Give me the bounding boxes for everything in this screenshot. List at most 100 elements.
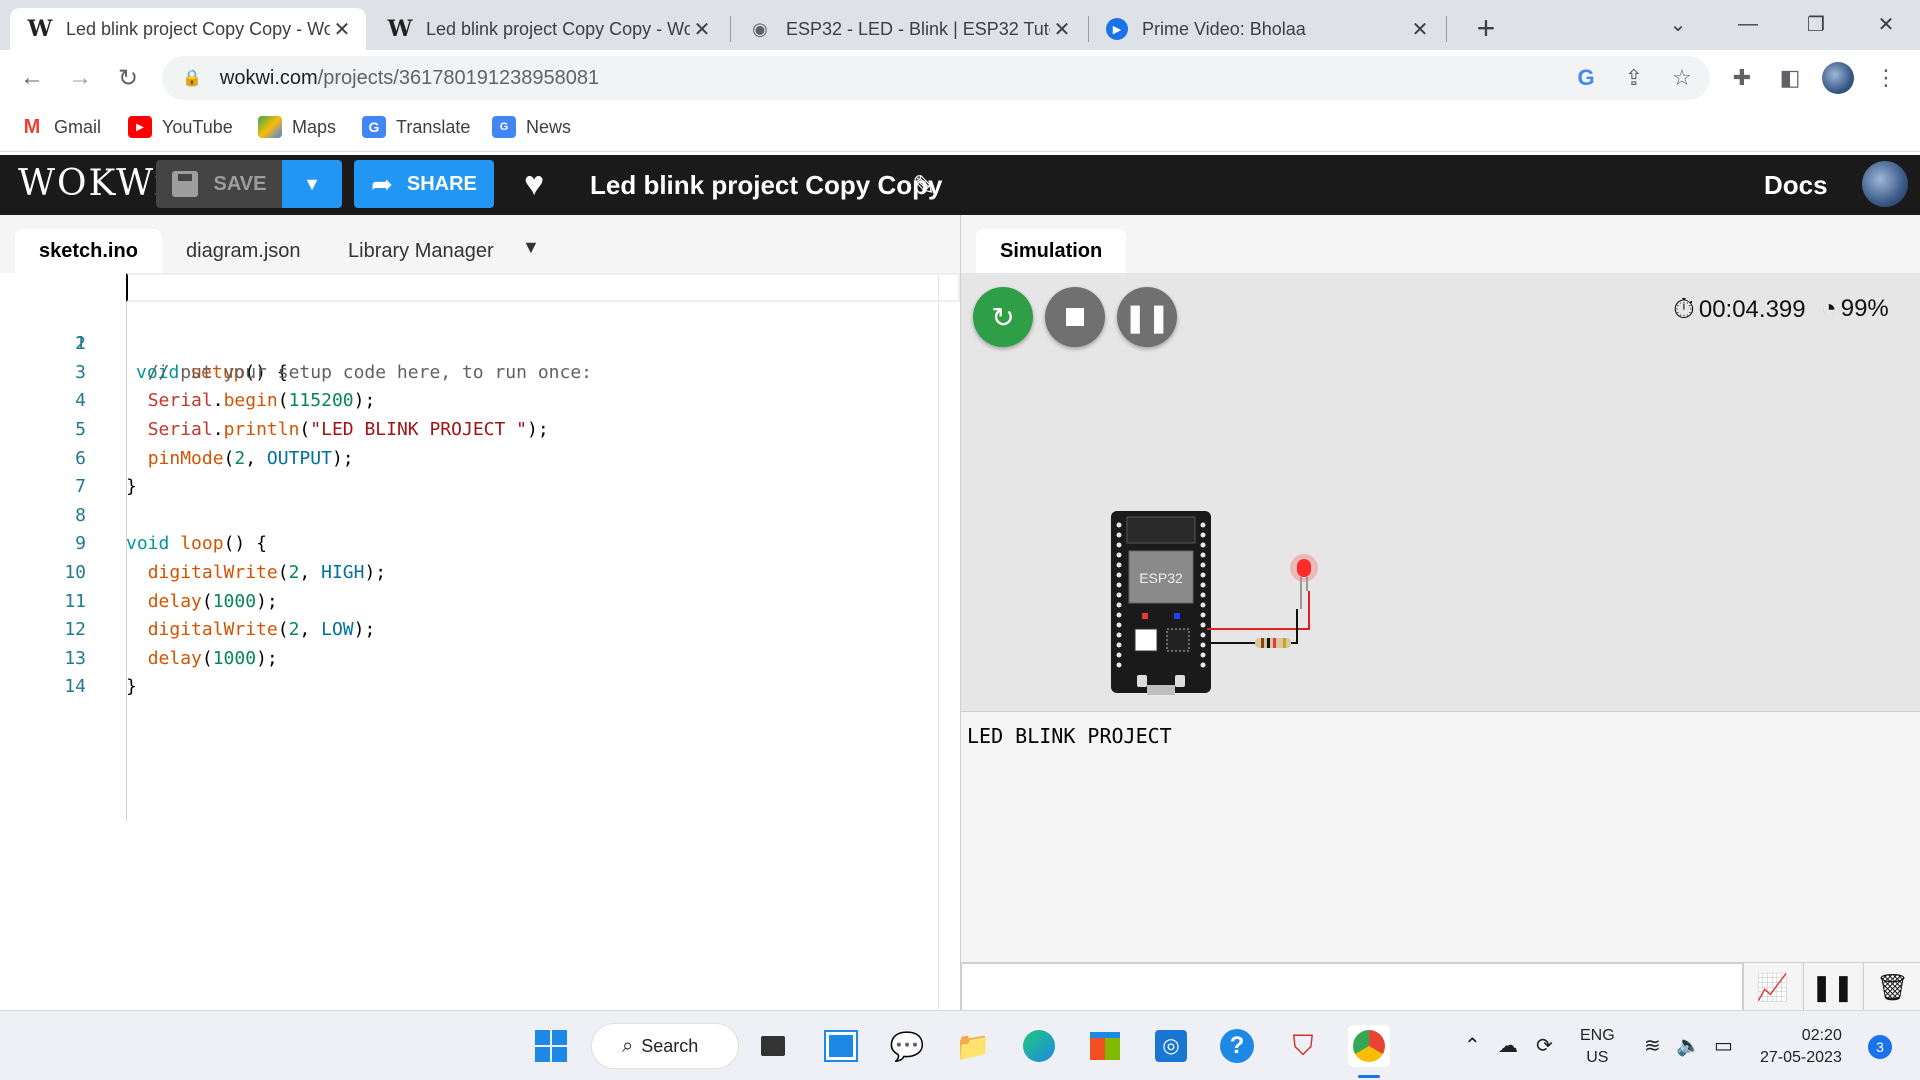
extensions-icon[interactable]: ✚ bbox=[1724, 60, 1760, 96]
led[interactable] bbox=[1290, 554, 1318, 609]
task-view-icon[interactable] bbox=[752, 1025, 794, 1067]
code-line: 4 Serial.println("LED BLINK PROJECT "); bbox=[0, 359, 940, 440]
language-indicator[interactable]: ENG US bbox=[1580, 1025, 1615, 1069]
simulation-pane: Simulation ↻ ❚❚ ⏱ 00:04.399 ◔ 99% ESP32 bbox=[960, 215, 1920, 1011]
battery-icon[interactable]: ▭ bbox=[1714, 1033, 1733, 1058]
back-arrow-icon[interactable]: ← bbox=[14, 60, 50, 96]
bookmark-label: YouTube bbox=[162, 116, 233, 137]
circuit-diagram: ESP32 bbox=[1111, 511, 1318, 695]
help-icon[interactable]: ? bbox=[1216, 1025, 1258, 1067]
onedrive-cloud-icon[interactable]: ☁ bbox=[1498, 1033, 1518, 1058]
code-line: 2 // put your setup code here, to run on… bbox=[0, 302, 940, 383]
address-bar[interactable]: 🔒 wokwi.com/projects/361780191238958081 bbox=[162, 56, 1710, 100]
browser-tab-1[interactable]: W Led blink project Copy Copy - Wokwi ✕ bbox=[10, 8, 366, 50]
serial-pause-icon[interactable]: ❚❚ bbox=[1803, 963, 1861, 1011]
tab-simulation[interactable]: Simulation bbox=[976, 229, 1127, 273]
browser-tab-2[interactable]: W Led blink project Copy Copy - Wokwi ✕ bbox=[370, 8, 726, 50]
simulation-canvas[interactable]: ↻ ❚❚ ⏱ 00:04.399 ◔ 99% ESP32 bbox=[961, 273, 1920, 711]
user-avatar[interactable] bbox=[1862, 161, 1908, 207]
url-path: /projects/361780191238958081 bbox=[317, 66, 600, 89]
tab-sketch-ino[interactable]: sketch.ino bbox=[15, 229, 162, 273]
volume-icon[interactable]: 🔈 bbox=[1676, 1033, 1701, 1058]
pencil-edit-icon[interactable]: ✎ bbox=[912, 169, 935, 202]
widgets-icon[interactable] bbox=[820, 1025, 862, 1067]
serial-input[interactable] bbox=[961, 963, 1743, 1011]
system-clock[interactable]: 02:20 27-05-2023 bbox=[1760, 1025, 1842, 1069]
code-area[interactable]: 1 void setup() { 2 // put your setup cod… bbox=[0, 273, 960, 697]
wokwi-favicon-icon: W bbox=[27, 16, 53, 42]
wokwi-logo[interactable]: WOKWi bbox=[18, 163, 168, 204]
share-button[interactable]: ➦ SHARE bbox=[354, 160, 494, 208]
bookmark-star-icon[interactable]: ☆ bbox=[1664, 60, 1700, 96]
heart-icon[interactable]: ♥ bbox=[524, 165, 544, 204]
bookmark-news[interactable]: G News bbox=[492, 116, 571, 138]
tab-diagram-json[interactable]: diagram.json bbox=[162, 229, 325, 273]
wokwi-header: WOKWi SAVE ▼ ➦ SHARE ♥ Led blink project… bbox=[0, 155, 1920, 215]
file-explorer-icon[interactable]: 📁 bbox=[952, 1025, 994, 1067]
tab-title: Led blink project Copy Copy - Wokwi bbox=[66, 18, 330, 39]
mcafee-icon[interactable]: ⛉ bbox=[1282, 1025, 1324, 1067]
editor-tabs-dropdown-icon[interactable]: ▼ bbox=[522, 237, 540, 258]
minimize-button[interactable]: — bbox=[1728, 6, 1768, 42]
tray-overflow-chevron-icon[interactable]: ⌃ bbox=[1464, 1033, 1481, 1058]
search-label: Search bbox=[641, 1035, 699, 1056]
profile-avatar[interactable] bbox=[1820, 60, 1856, 96]
share-page-icon[interactable]: ⇪ bbox=[1616, 60, 1652, 96]
lock-icon: 🔒 bbox=[182, 70, 202, 87]
close-icon[interactable]: ✕ bbox=[1408, 17, 1432, 41]
close-icon[interactable]: ✕ bbox=[330, 17, 354, 41]
sync-icon[interactable]: ⟳ bbox=[1536, 1033, 1553, 1058]
maps-icon bbox=[258, 116, 282, 138]
code-line: 3 Serial.begin(115200); bbox=[0, 330, 940, 412]
caret-down-icon: ▼ bbox=[303, 173, 321, 194]
code-line: 11 digitalWrite(2, LOW); bbox=[0, 559, 940, 641]
project-title[interactable]: Led blink project Copy Copy bbox=[590, 170, 942, 201]
wires[interactable] bbox=[1207, 591, 1310, 644]
taskbar-search[interactable]: ⌕ Search bbox=[592, 1024, 738, 1068]
bookmark-maps[interactable]: Maps bbox=[258, 116, 336, 138]
google-icon[interactable]: G bbox=[1568, 60, 1604, 96]
browser-tab-3[interactable]: ◉ ESP32 - LED - Blink | ESP32 Tutorial ✕ bbox=[730, 8, 1086, 50]
browser-tab-4[interactable]: ▶ Prime Video: Bholaa ✕ bbox=[1088, 8, 1444, 50]
bookmark-youtube[interactable]: ▶ YouTube bbox=[128, 116, 233, 138]
windows-taskbar: ⌕ Search 💬 📁 ◎ ? ⛉ ⌃ ☁ ⟳ ENG US ≋ 🔈 ▭ 02… bbox=[0, 1010, 1920, 1080]
chrome-icon[interactable] bbox=[1348, 1025, 1390, 1067]
wifi-icon[interactable]: ≋ bbox=[1644, 1033, 1661, 1058]
vpn-shield-icon[interactable]: ◎ bbox=[1150, 1025, 1192, 1067]
bookmark-gmail[interactable]: M Gmail bbox=[20, 116, 101, 138]
window-close-button[interactable]: ✕ bbox=[1866, 6, 1906, 42]
close-icon[interactable]: ✕ bbox=[1050, 17, 1074, 41]
tab-search-chevron-icon[interactable]: ⌄ bbox=[1658, 6, 1698, 42]
save-options-dropdown[interactable]: ▼ bbox=[282, 160, 342, 208]
docs-link[interactable]: Docs bbox=[1764, 170, 1828, 201]
esp32-board[interactable]: ESP32 bbox=[1111, 511, 1211, 695]
microsoft-store-icon[interactable] bbox=[1084, 1025, 1126, 1067]
menu-kebab-icon[interactable]: ⋮ bbox=[1868, 60, 1904, 96]
code-line: 12 delay(1000); bbox=[0, 588, 940, 669]
restore-button[interactable]: ❐ bbox=[1796, 6, 1836, 42]
tab-title: Led blink project Copy Copy - Wokwi bbox=[426, 18, 690, 39]
code-line: 14 bbox=[0, 645, 940, 697]
close-icon[interactable]: ✕ bbox=[690, 17, 714, 41]
browser-toolbar: ← → ↻ 🔒 wokwi.com/projects/3617801912389… bbox=[0, 50, 1920, 106]
bookmark-translate[interactable]: G Translate bbox=[362, 116, 470, 138]
teams-chat-icon[interactable]: 💬 bbox=[886, 1025, 928, 1067]
edge-browser-icon[interactable] bbox=[1018, 1025, 1060, 1067]
plotter-chart-icon[interactable]: 📈 bbox=[1743, 963, 1801, 1011]
notification-badge[interactable]: 3 bbox=[1868, 1035, 1892, 1059]
tab-title: ESP32 - LED - Blink | ESP32 Tutorial bbox=[786, 18, 1050, 39]
new-tab-button[interactable]: + bbox=[1468, 10, 1504, 46]
code-line: 5 pinMode(2, OUTPUT); bbox=[0, 387, 940, 469]
code-line: 6 } bbox=[0, 416, 940, 498]
resistor[interactable] bbox=[1255, 638, 1291, 648]
forward-arrow-icon[interactable]: → bbox=[62, 60, 98, 96]
bookmark-label: Gmail bbox=[54, 116, 102, 137]
code-line: 7 bbox=[0, 445, 940, 497]
windows-start-icon[interactable] bbox=[530, 1025, 572, 1067]
current-line-highlight bbox=[126, 273, 960, 302]
tab-library-manager[interactable]: Library Manager bbox=[324, 229, 518, 273]
save-button[interactable]: SAVE bbox=[156, 160, 282, 208]
side-panel-icon[interactable]: ◧ bbox=[1772, 60, 1808, 96]
trash-icon[interactable]: 🗑 bbox=[1863, 963, 1920, 1011]
reload-icon[interactable]: ↻ bbox=[110, 60, 146, 96]
